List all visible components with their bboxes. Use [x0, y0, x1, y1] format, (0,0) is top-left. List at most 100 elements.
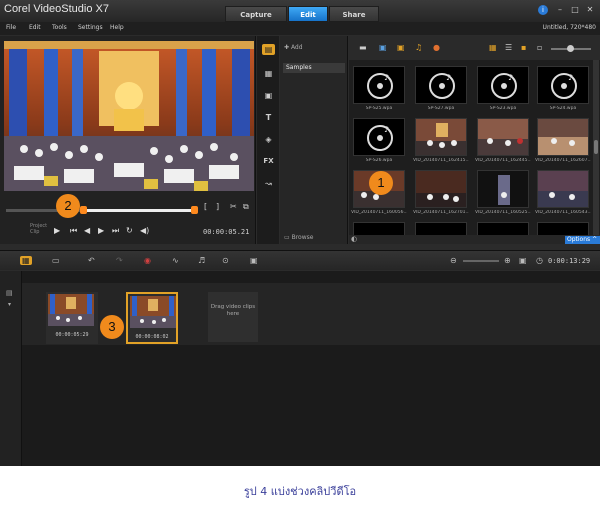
subtitle-editor-icon[interactable]: ▣: [250, 256, 258, 265]
library-item-label: VID_20140711_162607...: [535, 158, 591, 163]
zoom-in-icon[interactable]: ⊕: [504, 256, 511, 265]
zoom-out-thumbs-icon[interactable]: ▫: [537, 43, 542, 52]
clip-duration: 00:00:08:02: [135, 334, 169, 340]
storyboard-view-icon[interactable]: ▦: [20, 256, 32, 265]
library-item[interactable]: [415, 170, 467, 208]
motion-tracking-icon[interactable]: ⊙: [222, 256, 229, 265]
filter-icon[interactable]: FX: [262, 156, 275, 167]
storyboard-clip-2[interactable]: 00:00:08:02: [126, 292, 178, 344]
library-item[interactable]: [477, 222, 529, 235]
play-icon[interactable]: ▶: [54, 226, 60, 235]
show-photos-icon[interactable]: ▣: [397, 43, 405, 52]
split-clip-icon[interactable]: ✂: [230, 202, 237, 211]
record-capture-icon[interactable]: ◉: [144, 256, 151, 265]
library-item[interactable]: [415, 118, 467, 156]
tab-share[interactable]: Share: [329, 6, 379, 22]
audio-disc-icon: ♪: [429, 73, 455, 99]
next-frame-icon[interactable]: ▶: [98, 226, 104, 235]
trim-handle-end[interactable]: [191, 206, 198, 214]
preview-window[interactable]: [4, 41, 254, 191]
menu-tools[interactable]: Tools: [52, 24, 67, 31]
path-icon[interactable]: ↝: [262, 178, 275, 189]
timeline-zoom-slider[interactable]: [463, 260, 499, 262]
library-item[interactable]: ♪: [477, 66, 529, 104]
fit-project-icon[interactable]: ▣: [519, 256, 527, 265]
track-manager-icon[interactable]: ▤: [6, 289, 13, 297]
add-folder-button[interactable]: ✚ Add: [284, 44, 303, 51]
library-item[interactable]: ♪: [537, 66, 589, 104]
end-icon[interactable]: ⏭: [112, 226, 119, 236]
media-icon[interactable]: ▤: [262, 44, 275, 55]
tab-edit[interactable]: Edit: [288, 6, 328, 22]
library-item[interactable]: [415, 222, 467, 235]
svg-text:♪: ♪: [384, 73, 389, 82]
library-item[interactable]: [537, 118, 589, 156]
undo-icon[interactable]: ↶: [88, 256, 95, 265]
tab-capture[interactable]: Capture: [225, 6, 287, 22]
library-info-icon[interactable]: ◐: [351, 235, 357, 243]
library-item[interactable]: [353, 222, 405, 235]
help-icon[interactable]: i: [538, 5, 548, 15]
library-item[interactable]: ♪: [353, 66, 405, 104]
home-icon[interactable]: ⏮: [70, 226, 77, 236]
timeline-view-icon[interactable]: ▭: [52, 256, 60, 265]
library-item[interactable]: [477, 170, 529, 208]
browse-button[interactable]: ▭ Browse: [284, 234, 313, 241]
library-scrollbar-thumb[interactable]: [594, 140, 598, 154]
thumbnail-view-icon[interactable]: ▦: [489, 43, 497, 52]
library-item[interactable]: [537, 222, 589, 235]
mode-clip[interactable]: Clip: [30, 229, 47, 235]
library-item[interactable]: ♪: [353, 118, 405, 156]
auto-music-icon[interactable]: ♬: [198, 256, 205, 265]
instant-project-icon[interactable]: ▦: [262, 68, 275, 79]
storyboard-sidebar: ▤ ▾: [0, 271, 22, 466]
graphic-icon[interactable]: ◈: [262, 134, 275, 145]
video-thumbnail: [416, 171, 466, 207]
library-item[interactable]: ♪: [415, 66, 467, 104]
close-icon[interactable]: ✕: [584, 4, 596, 15]
maximize-icon[interactable]: □: [569, 4, 581, 15]
menu-settings[interactable]: Settings: [78, 24, 103, 31]
transition-icon[interactable]: ▣: [262, 90, 275, 101]
show-videos-icon[interactable]: ▣: [379, 43, 387, 52]
thumb-size-handle[interactable]: [567, 45, 574, 52]
mark-in-icon[interactable]: [: [204, 202, 207, 211]
menu-help[interactable]: Help: [110, 24, 124, 31]
player-timecode[interactable]: 00:00:05.21: [203, 228, 249, 236]
repeat-icon[interactable]: ↻: [126, 226, 133, 235]
svg-text:♪: ♪: [384, 125, 389, 134]
library-item[interactable]: [477, 118, 529, 156]
menu-edit[interactable]: Edit: [29, 24, 41, 31]
mark-out-icon[interactable]: ]: [216, 202, 219, 211]
library-toolbar: ▬ ▣ ▣ ♫ ● ▦ ☰ ▪ ▫: [349, 36, 600, 60]
title-icon[interactable]: T: [262, 112, 275, 123]
mode-selector[interactable]: Project Clip: [30, 223, 47, 235]
volume-icon[interactable]: ◀): [140, 226, 149, 235]
list-view-icon[interactable]: ☰: [505, 43, 512, 52]
previous-frame-icon[interactable]: ◀: [84, 226, 90, 235]
svg-text:♪: ♪: [446, 73, 451, 82]
library-item[interactable]: [537, 170, 589, 208]
library-item-label: VID_20140711_160056...: [351, 210, 407, 215]
trim-handle-start[interactable]: [80, 206, 87, 214]
zoom-out-icon[interactable]: ⊖: [450, 256, 457, 265]
menu-file[interactable]: File: [6, 24, 16, 31]
options-button[interactable]: Options ^: [565, 236, 600, 244]
clip-frame: [48, 294, 94, 326]
import-folder-icon[interactable]: ▬: [359, 43, 367, 52]
clip-frame: [130, 296, 176, 328]
clip-drop-zone[interactable]: Drag video clips here: [208, 292, 258, 342]
redo-icon[interactable]: ↷: [116, 256, 123, 265]
storyboard-clip-1[interactable]: 00:00:05:29: [46, 292, 98, 344]
library-item-label: SP-S24.wpa: [549, 106, 577, 111]
sort-icon[interactable]: ●: [433, 43, 440, 52]
show-audio-icon[interactable]: ♫: [415, 43, 422, 52]
grid-view-icon[interactable]: ▪: [521, 43, 526, 52]
track-dropdown-icon[interactable]: ▾: [8, 301, 11, 308]
library-item-label: VID_20140711_162415...: [413, 158, 469, 163]
enlarge-icon[interactable]: ⧉: [243, 202, 249, 212]
folder-samples[interactable]: Samples: [283, 63, 345, 73]
sound-mixer-icon[interactable]: ∿: [172, 256, 179, 265]
minimize-icon[interactable]: –: [554, 4, 566, 15]
library-category-bar: ▤ ▦ ▣ T ◈ FX ↝: [257, 36, 279, 244]
